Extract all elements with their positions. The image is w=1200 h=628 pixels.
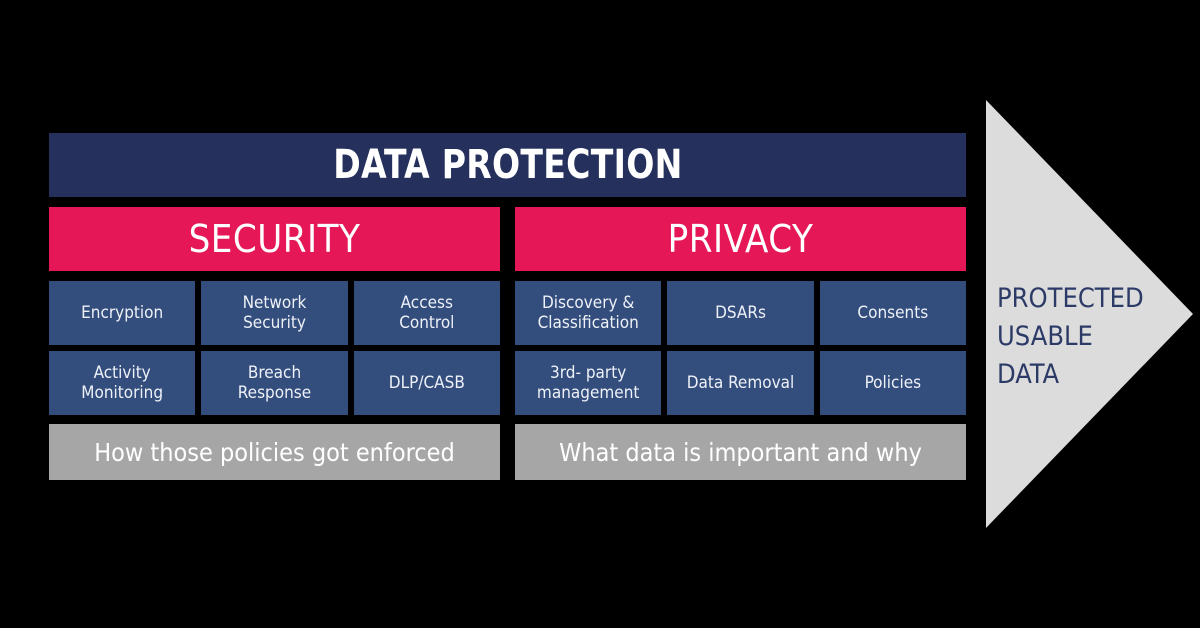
tile-consents[interactable]: Consents bbox=[819, 281, 966, 345]
arrow-line-3: DATA bbox=[997, 359, 1060, 390]
tile-label: Consents bbox=[857, 303, 929, 323]
tile-label: DSARs bbox=[715, 303, 766, 323]
tile-discovery-classification[interactable]: Discovery & Classification bbox=[515, 281, 662, 345]
tile-label: Data Removal bbox=[686, 373, 795, 393]
tile-row-privacy-1: Discovery & Classification DSARs Consents bbox=[515, 281, 966, 345]
tile-dlp-casb[interactable]: DLP/CASB bbox=[353, 351, 500, 415]
caption-bar-security: How those policies got enforced bbox=[49, 424, 500, 480]
tile-third-party-management[interactable]: 3rd- party management bbox=[515, 351, 662, 415]
column-privacy: PRIVACY Discovery & Classification DSARs … bbox=[515, 207, 966, 480]
tile-label: Discovery & Classification bbox=[537, 293, 639, 333]
column-security: SECURITY Encryption Network Security Acce… bbox=[49, 207, 500, 480]
tile-label: 3rd- party management bbox=[536, 363, 640, 403]
tile-data-removal[interactable]: Data Removal bbox=[667, 351, 814, 415]
diagram-canvas: DATA PROTECTION SECURITY Encryption Netw… bbox=[0, 0, 1200, 628]
tile-label: Policies bbox=[864, 373, 922, 393]
tile-label: Network Security bbox=[242, 293, 307, 333]
tile-label: Breach Response bbox=[237, 363, 312, 403]
arrow-line-1: PROTECTED bbox=[997, 283, 1144, 314]
tile-row-security-2: Activity Monitoring Breach Response DLP/CA… bbox=[49, 351, 500, 415]
tile-label: Encryption bbox=[81, 303, 164, 323]
pillar-header-privacy: PRIVACY bbox=[515, 207, 966, 271]
outcome-arrow: PROTECTED USABLE DATA bbox=[986, 100, 1193, 528]
outcome-arrow-label: PROTECTED USABLE DATA bbox=[997, 280, 1167, 394]
pillar-label-security: SECURITY bbox=[188, 217, 361, 261]
pillar-header-security: SECURITY bbox=[49, 207, 500, 271]
tile-network-security[interactable]: Network Security bbox=[201, 281, 348, 345]
tile-activity-monitoring[interactable]: Activity Monitoring bbox=[49, 351, 196, 415]
arrow-line-2: USABLE bbox=[997, 321, 1093, 352]
tile-dsars[interactable]: DSARs bbox=[667, 281, 814, 345]
caption-bar-privacy: What data is important and why bbox=[515, 424, 966, 480]
tile-access-control[interactable]: Access Control bbox=[353, 281, 500, 345]
tile-policies[interactable]: Policies bbox=[819, 351, 966, 415]
caption-text: How those policies got enforced bbox=[94, 437, 455, 467]
data-protection-header: DATA PROTECTION bbox=[49, 133, 966, 197]
tile-label: Activity Monitoring bbox=[81, 363, 164, 403]
pillar-label-privacy: PRIVACY bbox=[667, 217, 814, 261]
caption-text: What data is important and why bbox=[559, 437, 922, 467]
tile-label: Access Control bbox=[399, 293, 455, 333]
tile-label: DLP/CASB bbox=[388, 373, 465, 393]
tile-row-security-1: Encryption Network Security Access Control bbox=[49, 281, 500, 345]
tile-encryption[interactable]: Encryption bbox=[49, 281, 196, 345]
page-title: DATA PROTECTION bbox=[332, 142, 683, 188]
tile-row-privacy-2: 3rd- party management Data Removal Polici… bbox=[515, 351, 966, 415]
tile-breach-response[interactable]: Breach Response bbox=[201, 351, 348, 415]
